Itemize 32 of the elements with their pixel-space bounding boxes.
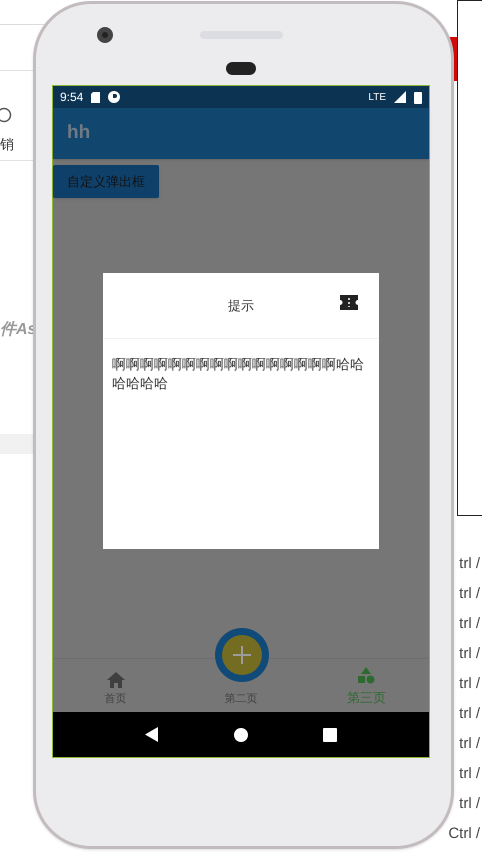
add-fab-icon[interactable] (214, 627, 270, 683)
undo-label[interactable]: 销 (0, 134, 14, 155)
back-icon[interactable] (145, 727, 160, 742)
camera-icon (96, 26, 114, 44)
shortcut-text: trl / (459, 764, 480, 784)
radio-icon[interactable] (0, 107, 12, 123)
ticket-icon[interactable] (339, 295, 359, 310)
signal-icon (394, 91, 406, 103)
shortcut-text: trl / (459, 644, 480, 664)
shortcut-text: trl / (459, 794, 480, 814)
nav-tab[interactable]: 第三页 (304, 659, 429, 712)
home-button-icon[interactable] (234, 728, 248, 742)
network-label: LTE (368, 90, 386, 104)
circle-p-icon (108, 91, 120, 103)
app-title: hh (67, 121, 90, 146)
shortcut-text: trl / (459, 554, 480, 574)
custom-dialog-button[interactable]: 自定义弹出框 (53, 165, 159, 198)
shortcut-text: trl / (459, 614, 480, 634)
shapes-icon (357, 666, 376, 684)
dialog-title: 提示 (228, 296, 254, 315)
shortcut-text: trl / (459, 734, 480, 754)
home-icon (106, 672, 125, 688)
shortcut-text: trl / (459, 584, 480, 604)
earpiece (226, 62, 256, 75)
shortcut-text: trl / (459, 704, 480, 724)
shortcut-text: trl / (459, 674, 480, 694)
recents-icon[interactable] (322, 728, 337, 742)
sd-card-icon (91, 92, 100, 102)
battery-icon (414, 90, 422, 104)
dialog-message: 啊啊啊啊啊啊啊啊啊啊啊啊啊啊啊啊哈哈哈哈哈哈 (111, 355, 365, 393)
shortcut-text: Ctrl / (448, 824, 480, 844)
clock: 9:54 (60, 89, 84, 106)
